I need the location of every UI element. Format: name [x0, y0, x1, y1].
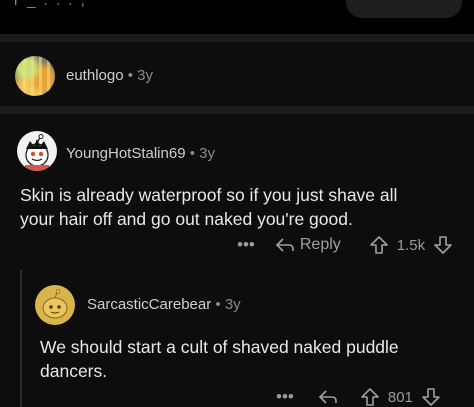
comment-body: We should start a cult of shaved naked p… — [40, 337, 399, 381]
reply-button[interactable]: Reply — [275, 236, 341, 254]
snoo-icon — [42, 289, 68, 319]
reply-label: Reply — [299, 236, 341, 253]
comment-body: Skin is already waterproof so if you jus… — [20, 185, 398, 229]
more-options-button[interactable]: ••• — [237, 235, 255, 255]
vote-count: 1.5k — [396, 236, 426, 254]
comment-meta: YoungHotStalin69 • 3y — [66, 145, 215, 162]
meta-dot: • — [189, 145, 195, 162]
more-options-button[interactable]: ••• — [276, 387, 294, 407]
vote-count: 801 — [387, 388, 413, 406]
downvote-button[interactable] — [433, 235, 453, 255]
comment-age: 3y — [224, 296, 241, 313]
comment-meta: SarcasticCarebear • 3y — [87, 296, 241, 313]
top-partial-header: r _ . . . , — [0, 0, 474, 34]
upvote-arrow-icon — [361, 388, 379, 406]
comment-actions: ••• Reply 1.5k — [237, 235, 453, 255]
thread-line[interactable] — [20, 270, 22, 407]
downvote-arrow-icon — [434, 236, 452, 254]
snoo-icon — [25, 134, 49, 171]
avatar-younghotstalin69[interactable] — [17, 131, 57, 171]
downvote-button[interactable] — [421, 387, 441, 407]
comment-actions: ••• 801 — [276, 387, 441, 407]
meta-dot: • — [215, 296, 221, 313]
cut-off-text: r _ . . . , — [14, 0, 87, 9]
comment-age: 3y — [137, 67, 154, 84]
username-sarcasticcarebear[interactable]: SarcasticCarebear — [87, 296, 211, 313]
upvote-button[interactable] — [369, 235, 389, 255]
section-separator — [0, 106, 474, 114]
section-separator — [0, 34, 474, 42]
meta-dot: • — [127, 67, 133, 84]
upvote-button[interactable] — [360, 387, 380, 407]
username-younghotstalin69[interactable]: YoungHotStalin69 — [66, 145, 186, 162]
upvote-arrow-icon — [369, 236, 388, 254]
reply-arrow-icon — [318, 390, 337, 404]
reply-button[interactable] — [318, 389, 338, 405]
avatar-euthlogo[interactable] — [15, 56, 55, 96]
username-euthlogo[interactable]: euthlogo — [66, 67, 124, 84]
avatar-sarcasticcarebear[interactable] — [35, 285, 75, 325]
comment-meta: euthlogo • 3y — [66, 67, 153, 84]
comment-age: 3y — [199, 145, 215, 162]
reply-arrow-icon — [275, 238, 294, 252]
downvote-arrow-icon — [422, 388, 440, 406]
top-pill-button[interactable] — [346, 0, 462, 18]
